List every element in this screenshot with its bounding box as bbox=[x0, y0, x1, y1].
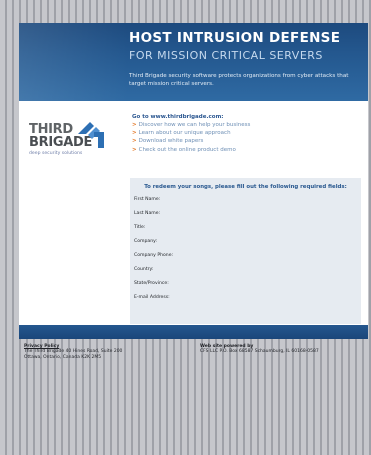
email-field[interactable]: E-mail Address: bbox=[134, 295, 170, 300]
arrow-icon: > bbox=[132, 130, 137, 137]
links-heading[interactable]: Go to www.thirdbrigade.com: bbox=[132, 114, 362, 120]
link-approach[interactable]: > Learn about our unique approach bbox=[132, 129, 362, 137]
arrow-icon: > bbox=[132, 138, 137, 145]
arrow-icon: > bbox=[132, 122, 137, 128]
bottom-bar bbox=[19, 325, 368, 339]
company-logo[interactable]: THIRD BRIGADE deep security solutions bbox=[29, 120, 113, 162]
first-name-field[interactable]: First Name: bbox=[134, 197, 160, 202]
title-field[interactable]: Title: bbox=[134, 225, 145, 230]
page-background: { "banner": { "title": "HOST INTRUSION D… bbox=[0, 0, 371, 455]
state-province-field[interactable]: State/Province: bbox=[134, 281, 169, 286]
powered-by-address: CFS LLC P.O. Box 68587 Schaumburg, IL 60… bbox=[200, 349, 319, 355]
link-white-papers[interactable]: > Download white papers bbox=[132, 137, 362, 145]
link-product-demo[interactable]: > Check out the online product demo bbox=[132, 146, 362, 154]
banner-shade bbox=[19, 23, 129, 101]
link-label: Discover how we can help your business bbox=[138, 122, 251, 128]
footer-address-line-2: Ottawa, Ontario, Canada K2K 2M5 bbox=[24, 354, 102, 360]
country-field[interactable]: Country: bbox=[134, 267, 153, 272]
redeem-form: To redeem your songs, please fill out th… bbox=[130, 178, 361, 324]
page-card: HOST INTRUSION DEFENSE FOR MISSION CRITI… bbox=[19, 23, 368, 327]
banner-description: Third Brigade security software protects… bbox=[129, 73, 349, 87]
banner-subtitle: FOR MISSION CRITICAL SERVERS bbox=[129, 49, 323, 62]
footer-left: Privacy Policy The Third Brigade 40 Hine… bbox=[24, 344, 122, 360]
last-name-field[interactable]: Last Name: bbox=[134, 211, 160, 216]
form-heading: To redeem your songs, please fill out th… bbox=[144, 184, 347, 190]
company-phone-field[interactable]: Company Phone: bbox=[134, 253, 173, 258]
banner-title: HOST INTRUSION DEFENSE bbox=[129, 30, 341, 46]
logo-mark-icon bbox=[78, 122, 104, 148]
link-label: Check out the online product demo bbox=[138, 146, 236, 153]
link-discover[interactable]: > Discover how we can help your business bbox=[132, 121, 362, 129]
arrow-icon: > bbox=[132, 146, 137, 153]
footer-right: Web site powered by CFS LLC P.O. Box 685… bbox=[200, 344, 319, 355]
links-block: Go to www.thirdbrigade.com: > Discover ho… bbox=[132, 114, 362, 154]
header-banner: HOST INTRUSION DEFENSE FOR MISSION CRITI… bbox=[19, 23, 368, 101]
logo-tagline: deep security solutions bbox=[29, 151, 83, 156]
link-label: Download white papers bbox=[138, 138, 204, 145]
footer-address-line-1: The Third Brigade 40 Hines Road, Suite 2… bbox=[24, 349, 123, 355]
company-field[interactable]: Company: bbox=[134, 239, 157, 244]
link-label: Learn about our unique approach bbox=[138, 130, 231, 137]
